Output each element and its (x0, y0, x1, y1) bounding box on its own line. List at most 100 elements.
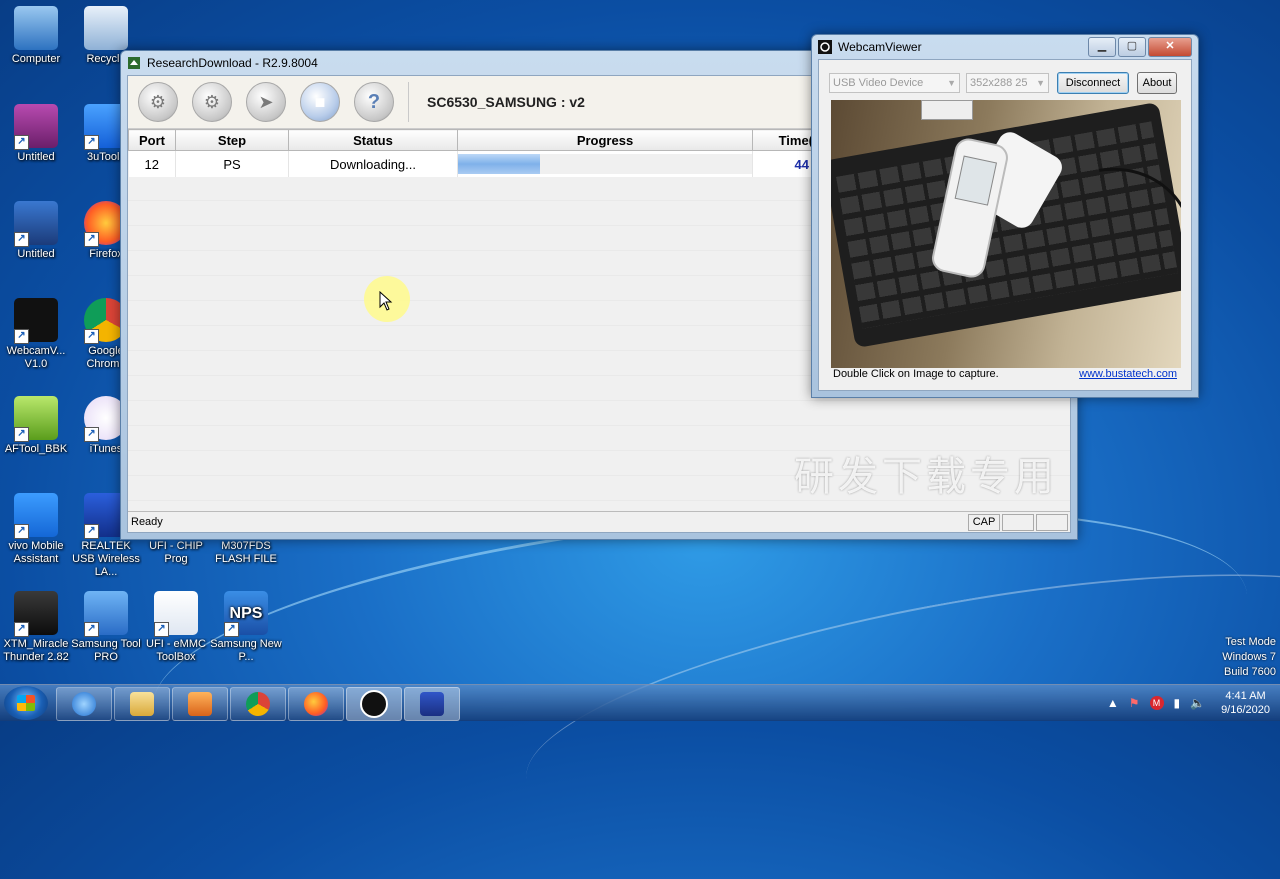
settings-button[interactable]: ⚙ (192, 82, 232, 122)
clock-time: 4:41 AM (1225, 690, 1266, 702)
close-button[interactable]: ✕ (1148, 37, 1192, 57)
firefox-icon (304, 692, 328, 716)
show-hidden-icons-icon[interactable]: ▲ (1107, 696, 1119, 710)
taskbar-explorer[interactable] (114, 687, 170, 721)
close-icon: ✕ (1165, 40, 1175, 52)
desktop-icon[interactable]: ↗ Untitled (0, 104, 72, 164)
screen-icon: ↗ (14, 201, 58, 247)
webcam-image[interactable] (831, 100, 1181, 368)
miracle-icon: ↗ (14, 591, 58, 637)
clock-date: 9/16/2020 (1221, 704, 1270, 716)
resolution-select-value: 352x288 25 (970, 77, 1028, 89)
status-bar: Ready CAP (128, 511, 1070, 532)
samsung-tool-icon: ↗ (84, 591, 128, 637)
desktop-icon[interactable]: ↗ Untitled (0, 201, 72, 261)
desktop-icon[interactable]: ↗ UFI - eMMC ToolBox (140, 591, 212, 664)
desktop-icon-label: Computer (11, 53, 61, 65)
desktop-icon[interactable]: ↗ Samsung Tool PRO (70, 591, 142, 664)
help-button[interactable]: ? (354, 82, 394, 122)
cell-time: 44 (752, 150, 814, 177)
stop-icon: ■ (314, 91, 326, 112)
scrl-indicator (1036, 513, 1068, 531)
desktop-icon[interactable]: ↗ XTM_Miracle Thunder 2.82 (0, 591, 72, 664)
webcam-titlebar[interactable]: WebcamViewer ▁ ▢ ✕ (812, 35, 1198, 59)
test-mode-watermark: Test Mode Windows 7 Build 7600 (1222, 636, 1276, 678)
column-header-port[interactable]: Port (128, 129, 176, 151)
webcam-icon (360, 690, 388, 718)
mouse-cursor-icon (379, 291, 393, 311)
taskbar-research-download[interactable] (404, 687, 460, 721)
help-icon: ? (367, 90, 381, 113)
play-icon: ➤ (258, 91, 274, 112)
desktop-icon-label: Samsung New P... (210, 638, 282, 663)
start-button[interactable] (4, 686, 48, 720)
window-controls: ▁ ▢ ✕ (1086, 37, 1192, 57)
desktop-icon[interactable]: ↗ vivo Mobile Assistant (0, 493, 72, 566)
device-select[interactable]: USB Video Device ▼ (829, 73, 960, 93)
shortcut-arrow-icon: ↗ (84, 329, 99, 344)
column-header-status[interactable]: Status (288, 129, 458, 151)
system-tray: ▲ ⚑ M ▮ 🔈 4:41 AM 9/16/2020 (1107, 685, 1270, 721)
column-header-progress[interactable]: Progress (457, 129, 753, 151)
shortcut-arrow-icon: ↗ (84, 232, 99, 247)
progress-bar (458, 154, 752, 174)
gears-icon: ⚙ (203, 91, 221, 112)
shortcut-arrow-icon: ↗ (84, 135, 99, 150)
num-indicator (1002, 513, 1034, 531)
desktop-icon[interactable]: ↗ WebcamV... V1.0 (0, 298, 72, 371)
webcam-controls: USB Video Device ▼ 352x288 25 ▼ Disconne… (829, 72, 1181, 94)
label-sticker-image (921, 100, 973, 120)
webcam-client: USB Video Device ▼ 352x288 25 ▼ Disconne… (818, 59, 1192, 391)
resolution-select[interactable]: 352x288 25 ▼ (966, 73, 1049, 93)
shortcut-arrow-icon: ↗ (14, 427, 29, 442)
desktop-icon-label: M307FDS FLASH FILE (215, 540, 277, 565)
desktop-icon-label: XTM_Miracle Thunder 2.82 (3, 638, 69, 663)
taskbar-ie[interactable] (56, 687, 112, 721)
computer-icon (14, 6, 58, 50)
shortcut-arrow-icon: ↗ (14, 524, 29, 539)
chinese-watermark: 研发下载专用 (794, 454, 1058, 500)
taskbar-firefox[interactable] (288, 687, 344, 721)
webcam-app-icon (818, 40, 832, 54)
stop-download-button[interactable]: ■ (300, 82, 340, 122)
column-header-step[interactable]: Step (175, 129, 289, 151)
device-select-value: USB Video Device (833, 77, 924, 89)
minimize-icon: ▁ (1097, 40, 1107, 52)
network-icon[interactable]: ▮ (1174, 696, 1181, 710)
windows-logo-icon (17, 695, 35, 711)
load-packet-button[interactable]: ⚙ (138, 82, 178, 122)
taskbar-webcam-viewer[interactable] (346, 687, 402, 721)
desktop-icon-label: UFI - CHIP Prog (149, 540, 203, 565)
mega-tray-icon[interactable]: M (1149, 696, 1164, 710)
desktop-icon-label: vivo Mobile Assistant (8, 540, 64, 565)
shortcut-arrow-icon: ↗ (14, 329, 29, 344)
ufi-emmc-icon: ↗ (154, 591, 198, 637)
minimize-button[interactable]: ▁ (1088, 37, 1116, 57)
desktop-icon[interactable]: ↗ AFTool_BBK (0, 396, 72, 456)
chrome-icon (246, 692, 270, 716)
project-name: SC6530_SAMSUNG : v2 (427, 94, 585, 110)
taskbar-chrome[interactable] (230, 687, 286, 721)
desktop-icon[interactable]: Computer (0, 6, 72, 66)
taskbar: ▲ ⚑ M ▮ 🔈 4:41 AM 9/16/2020 (0, 684, 1280, 721)
start-download-button[interactable]: ➤ (246, 82, 286, 122)
about-button[interactable]: About (1137, 72, 1177, 94)
cell-port: 12 (128, 150, 176, 177)
website-link[interactable]: www.bustatech.com (1079, 368, 1177, 380)
cap-indicator: CAP (968, 513, 1000, 531)
shortcut-arrow-icon: ↗ (14, 622, 29, 637)
taskbar-media-player[interactable] (172, 687, 228, 721)
shortcut-arrow-icon: ↗ (224, 622, 239, 637)
desktop-icon[interactable]: NPS ↗ Samsung New P... (210, 591, 282, 664)
android-icon: ↗ (14, 396, 58, 442)
clock[interactable]: 4:41 AM 9/16/2020 (1221, 689, 1270, 717)
table-row[interactable]: 12 PS Downloading... 44 (128, 150, 814, 177)
maximize-button[interactable]: ▢ (1118, 37, 1146, 57)
shortcut-arrow-icon: ↗ (84, 622, 99, 637)
action-center-icon[interactable]: ⚑ (1129, 696, 1140, 710)
desktop-icon-label: Samsung Tool PRO (71, 638, 141, 663)
disconnect-button[interactable]: Disconnect (1057, 72, 1129, 94)
column-header-time[interactable]: Time( (752, 129, 814, 151)
chevron-down-icon: ▼ (947, 78, 956, 88)
volume-icon[interactable]: 🔈 (1190, 696, 1205, 710)
